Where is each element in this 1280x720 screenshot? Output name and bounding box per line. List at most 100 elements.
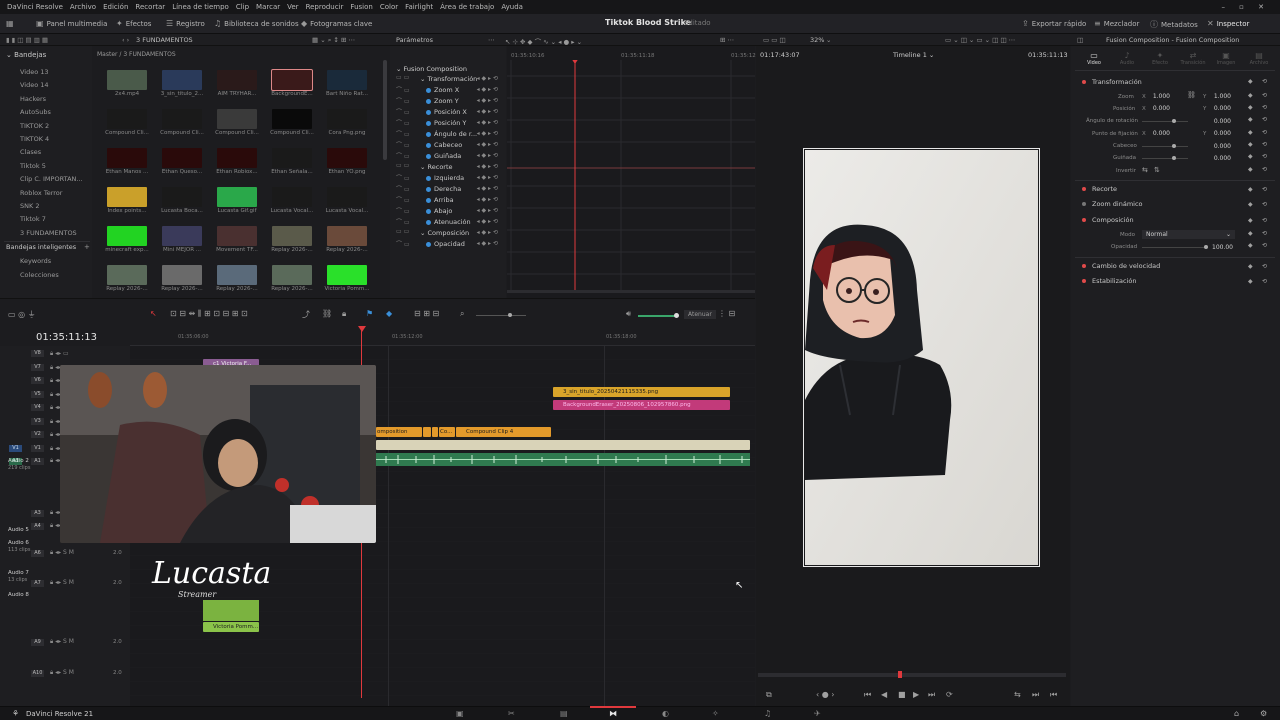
section-stabilization[interactable]: Estabilización bbox=[1082, 277, 1136, 285]
track-label[interactable]: A7 bbox=[31, 580, 44, 587]
param-row[interactable]: ⌒ ▭ Opacidad ◂ ◆ ▸ ⟲ bbox=[396, 239, 504, 250]
smart-bin-keywords[interactable]: Keywords bbox=[20, 257, 51, 265]
section-transform[interactable]: Transformación bbox=[1082, 78, 1142, 86]
reset-icon[interactable]: ⟲ bbox=[1262, 242, 1267, 249]
param-row[interactable]: ⌒ ▭ Arriba ◂ ◆ ▸ ⟲ bbox=[396, 195, 504, 206]
keyframe-diamond-icon[interactable]: ◆ bbox=[1248, 278, 1253, 285]
media-thumbnail[interactable] bbox=[272, 187, 312, 207]
section-crop[interactable]: Recorte bbox=[1082, 185, 1117, 193]
layout-icons[interactable]: ▮ ▮ ◫ ▤ ▥ ▦ bbox=[6, 36, 48, 44]
curve-toggle-icon[interactable]: ⌒ ▭ bbox=[396, 239, 410, 248]
track-controls-icons[interactable]: 🔒︎ ◂▸ S M bbox=[50, 638, 74, 646]
add-smart-bin-icon[interactable]: + bbox=[84, 243, 90, 251]
rotation-slider[interactable] bbox=[1142, 119, 1188, 123]
enable-dot-icon[interactable] bbox=[1082, 264, 1086, 268]
reset-icon[interactable]: ⟲ bbox=[1262, 153, 1267, 160]
menu-1[interactable]: Archivo bbox=[70, 3, 96, 11]
dim-button[interactable]: Atenuar bbox=[684, 310, 716, 319]
zoom-level[interactable]: 32% bbox=[810, 36, 824, 44]
viewer-playhead[interactable] bbox=[898, 671, 902, 678]
step-back-icon[interactable]: ◀ bbox=[881, 690, 887, 699]
keyframe-nav-icon[interactable]: ◂ ◆ ▸ ⟲ bbox=[477, 207, 498, 214]
settings-gear-icon[interactable]: ⚙ bbox=[1260, 709, 1267, 718]
param-row[interactable]: ▭ ▭ ⌄ Composición ◂ ◆ ▸ ⟲ bbox=[396, 228, 504, 239]
param-row[interactable]: ⌒ ▭ Zoom X ◂ ◆ ▸ ⟲ bbox=[396, 85, 504, 96]
audio-clip-a7[interactable]: Victoria Pomm... bbox=[203, 622, 259, 632]
track-label[interactable]: A9 bbox=[31, 639, 44, 646]
quick-export-button[interactable]: ⇪ Exportar rápido bbox=[1022, 19, 1086, 28]
curve-toggle-icon[interactable]: ⌒ ▭ bbox=[396, 140, 410, 149]
param-row[interactable]: ⌒ ▭ Abajo ◂ ◆ ▸ ⟲ bbox=[396, 206, 504, 217]
clip-v6-png[interactable]: 3_sin_titulo_20250421115335.png bbox=[553, 387, 730, 397]
menu-10[interactable]: Color bbox=[380, 3, 398, 11]
keyframe-nav-icon[interactable]: ◂ ◆ ▸ ⟲ bbox=[477, 174, 498, 181]
keyframe-diamond-icon[interactable]: ◆ bbox=[1248, 129, 1253, 136]
prev-edit-icon[interactable]: ⏮ bbox=[1050, 690, 1057, 700]
track-label[interactable]: V6 bbox=[31, 377, 44, 384]
page-media-icon[interactable]: ▣ bbox=[456, 709, 464, 718]
kf-scrollbar[interactable] bbox=[507, 290, 755, 293]
pitch-value[interactable]: 0.000 bbox=[1197, 143, 1231, 150]
keyframe-nav-icon[interactable]: ◂ ◆ ▸ ⟲ bbox=[477, 229, 498, 236]
bin-item[interactable]: TIKTOK 4 bbox=[20, 135, 49, 143]
media-pool-button[interactable]: ▣ Panel multimedia bbox=[36, 19, 107, 28]
curve-toggle-icon[interactable]: ▭ ▭ bbox=[396, 228, 409, 235]
curve-toggle-icon[interactable]: ⌒ ▭ bbox=[396, 85, 410, 94]
bin-item[interactable]: SNK 2 bbox=[20, 202, 39, 210]
param-row[interactable]: ⌒ ▭ Cabeceo ◂ ◆ ▸ ⟲ bbox=[396, 140, 504, 151]
media-thumbnail[interactable] bbox=[217, 187, 257, 207]
page-color-icon[interactable]: ◐ bbox=[662, 709, 669, 718]
reset-icon[interactable]: ⟲ bbox=[1262, 92, 1267, 99]
keyframe-diamond-icon[interactable]: ◆ bbox=[1248, 201, 1253, 208]
track-label[interactable]: V5 bbox=[31, 390, 44, 398]
curve-tools[interactable]: ↖ ⊹ ✥ ◆ ⌒ ∿ ⌄ ◂ ● ▸ ⌄ bbox=[505, 36, 582, 46]
curve-toggle-icon[interactable]: ⌒ ▭ bbox=[396, 195, 410, 204]
track-label[interactable]: V3 bbox=[31, 417, 44, 425]
media-thumbnail[interactable] bbox=[107, 265, 147, 285]
param-row[interactable]: ▭ ▭ ⌄ Transformación ◂ ◆ ▸ ⟲ bbox=[396, 74, 504, 85]
menu-5[interactable]: Clip bbox=[236, 3, 249, 11]
reset-icon[interactable]: ⟲ bbox=[1262, 186, 1267, 193]
track-label[interactable]: A10 bbox=[31, 670, 44, 677]
bin-item[interactable]: Video 13 bbox=[20, 68, 49, 76]
keyframe-options[interactable]: ⊞ ⋯ bbox=[720, 36, 734, 44]
curve-toggle-icon[interactable]: ⌒ ▭ bbox=[396, 217, 410, 226]
media-thumbnail[interactable] bbox=[327, 265, 367, 285]
media-thumbnail[interactable] bbox=[162, 70, 202, 90]
keyframe-diamond-icon[interactable]: ◆ bbox=[1248, 104, 1253, 111]
media-thumbnail[interactable] bbox=[272, 109, 312, 129]
reset-icon[interactable]: ⟲ bbox=[1262, 78, 1267, 85]
page-deliver-icon[interactable]: ✈ bbox=[814, 709, 821, 718]
keyframe-nav-icon[interactable]: ◂ ◆ ▸ ⟲ bbox=[477, 196, 498, 203]
inspector-tab-4[interactable]: ▣ Imagen bbox=[1211, 51, 1241, 66]
transform-bounds[interactable] bbox=[803, 148, 1040, 567]
media-thumbnail[interactable] bbox=[327, 109, 367, 129]
loop-options-icon[interactable]: ‹ ● › bbox=[816, 690, 834, 699]
viewer-option-icons[interactable]: ▭ ⌄ ◫ ⌄ ▭ ⌄ ◫ ◫ ⋯ bbox=[945, 36, 1015, 44]
anchor-x-value[interactable]: 0.000 bbox=[1136, 130, 1170, 137]
link-icon[interactable]: ⛓ bbox=[1187, 91, 1196, 99]
metadata-button[interactable]: ⓘ Metadatos bbox=[1150, 19, 1198, 30]
zoom-y-value[interactable]: 1.000 bbox=[1197, 93, 1231, 100]
edit-index-button[interactable]: ☰ Registro bbox=[166, 19, 205, 28]
keyframes-button[interactable]: ◆ Fotogramas clave bbox=[301, 19, 372, 28]
home-icon[interactable]: ⌂ bbox=[1234, 709, 1239, 718]
keyframe-nav-icon[interactable]: ◂ ◆ ▸ ⟲ bbox=[477, 97, 498, 104]
curve-toggle-icon[interactable]: ⌒ ▭ bbox=[396, 118, 410, 127]
reset-icon[interactable]: ⟲ bbox=[1262, 116, 1267, 123]
yaw-slider[interactable] bbox=[1142, 156, 1188, 160]
keyframe-nav-icon[interactable]: ◂ ◆ ▸ ⟲ bbox=[477, 130, 498, 137]
patch-v1[interactable]: V1 bbox=[9, 444, 22, 452]
enable-dot-icon[interactable] bbox=[1082, 187, 1086, 191]
zoom-dropdown-icon[interactable]: ⌄ bbox=[826, 36, 831, 44]
anchor-y-value[interactable]: 0.000 bbox=[1197, 130, 1231, 137]
media-scrollbar[interactable] bbox=[383, 60, 387, 160]
keyframe-nav-icon[interactable]: ◂ ◆ ▸ ⟲ bbox=[477, 108, 498, 115]
track-label[interactable]: A4 bbox=[31, 523, 44, 530]
media-thumbnail[interactable] bbox=[162, 109, 202, 129]
bin-item[interactable]: Clip C. IMPORTAN... bbox=[20, 175, 83, 183]
track-label[interactable]: V8 bbox=[31, 350, 44, 357]
menu-2[interactable]: Edición bbox=[103, 3, 128, 11]
keyframe-diamond-icon[interactable]: ◆ bbox=[1248, 166, 1253, 173]
match-frame-icon[interactable]: ⇆ bbox=[1014, 690, 1021, 699]
